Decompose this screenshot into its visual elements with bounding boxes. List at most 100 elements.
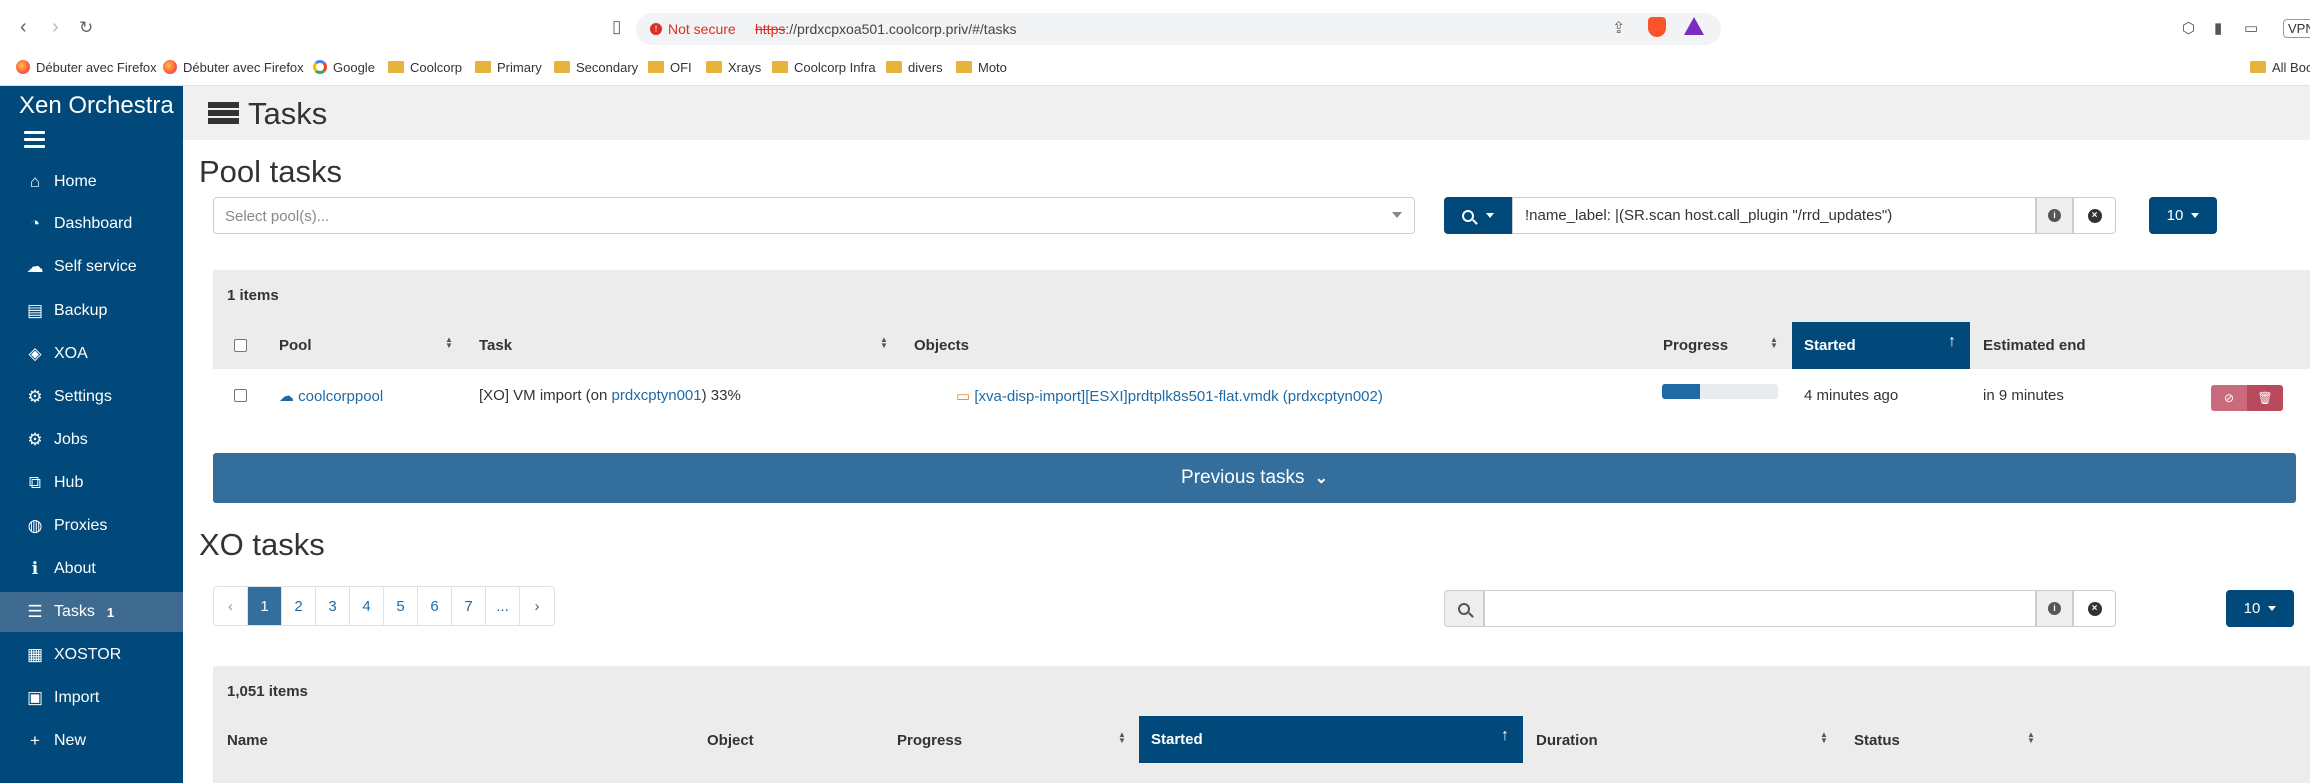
xo-tasks-search-input[interactable] — [1484, 590, 2036, 627]
sidebar-item-hub[interactable]: ⧉ Hub — [0, 463, 183, 503]
folder-icon — [388, 61, 404, 73]
extensions-icon[interactable]: ⬡ — [2182, 19, 2195, 37]
bookmark-item[interactable]: Débuter avec Firefox — [16, 57, 157, 77]
archive-icon: ▤ — [26, 301, 44, 320]
brave-shield-icon[interactable] — [1648, 17, 1666, 37]
bookmark-item[interactable]: Coolcorp — [388, 57, 462, 77]
reload-icon[interactable]: ↻ — [79, 18, 93, 38]
sidebar-item-proxies[interactable]: ◍ Proxies — [0, 506, 183, 546]
sidebar-item-about[interactable]: ℹ About — [0, 549, 183, 589]
tasks-count-badge: 1 — [106, 604, 115, 620]
sort-icon[interactable] — [2027, 732, 2035, 744]
delete-task-button[interactable]: 🗑 — [2247, 385, 2283, 411]
column-started[interactable]: Started ↑ — [1792, 322, 1970, 369]
forward-icon[interactable]: › — [52, 16, 59, 39]
column-estimated-end: Estimated end — [1983, 337, 2086, 354]
column-started[interactable]: Started ↑ — [1139, 716, 1523, 763]
folder-icon — [886, 61, 902, 73]
globe-icon: ◍ — [27, 516, 43, 535]
bookmark-item[interactable]: Coolcorp Infra — [772, 57, 876, 77]
sort-ascending-icon: ↑ — [1501, 727, 1509, 744]
sidebar-item-home[interactable]: ⌂ Home — [0, 162, 183, 202]
menu-toggle-icon[interactable] — [24, 131, 45, 152]
bookmark-item[interactable]: Moto — [956, 57, 1007, 77]
pagination-page[interactable]: 5 — [384, 587, 418, 625]
column-progress[interactable]: Progress — [897, 732, 962, 749]
bookmark-item[interactable]: Secondary — [554, 57, 638, 77]
vpn-button[interactable]: VPN — [2283, 19, 2310, 38]
bookmark-page-icon[interactable]: ▯ — [612, 17, 621, 37]
wallet-icon[interactable]: ▭ — [2244, 19, 2258, 37]
search-info-button[interactable]: i — [2036, 590, 2073, 627]
pagination-prev[interactable]: ‹ — [214, 587, 248, 625]
sidebar-item-dashboard[interactable]: ◔ Dashboard — [0, 204, 183, 244]
sidebar-item-settings[interactable]: ⚙ Settings — [0, 377, 183, 417]
pagination-page[interactable]: 1 — [248, 587, 282, 625]
sidebar-item-self-service[interactable]: ☁ Self service — [0, 247, 183, 287]
pagination-page[interactable]: 3 — [316, 587, 350, 625]
filter-dropdown-button[interactable] — [1444, 197, 1512, 234]
bookmark-item[interactable]: Débuter avec Firefox — [163, 57, 304, 77]
xo-page-size-button[interactable]: 10 — [2226, 590, 2294, 627]
not-secure-badge[interactable]: ! Not secure — [650, 21, 736, 37]
share-icon[interactable]: ⇪ — [1612, 18, 1625, 38]
sidebar-item-jobs[interactable]: ⚙ Jobs — [0, 420, 183, 460]
pool-tasks-filter-input[interactable]: !name_label: |(SR.scan host.call_plugin … — [1512, 197, 2036, 234]
sort-icon[interactable] — [1118, 732, 1126, 744]
pool-select[interactable]: Select pool(s)... — [213, 197, 1415, 234]
folder-icon — [554, 61, 570, 73]
pagination-page[interactable]: 6 — [418, 587, 452, 625]
filter-clear-button[interactable]: × — [2073, 197, 2116, 234]
search-icon — [1458, 602, 1470, 615]
bookmark-item[interactable]: Xrays — [706, 57, 761, 77]
sidebar-item-import[interactable]: ▣ Import — [0, 678, 183, 718]
pool-page-size-button[interactable]: 10 — [2149, 197, 2217, 234]
filter-info-button[interactable]: i — [2036, 197, 2073, 234]
pool-link[interactable]: ☁ coolcorppool — [279, 387, 383, 405]
sidebar-item-xoa[interactable]: ◈ XOA — [0, 334, 183, 374]
pagination-page[interactable]: 7 — [452, 587, 486, 625]
pagination-next[interactable]: › — [520, 587, 554, 625]
column-status[interactable]: Status — [1854, 732, 1900, 749]
sidebar-item-backup[interactable]: ▤ Backup — [0, 291, 183, 331]
bookmark-item[interactable]: Primary — [475, 57, 542, 77]
bookmark-item[interactable]: divers — [886, 57, 943, 77]
select-all-checkbox[interactable] — [234, 339, 247, 352]
brave-rewards-icon[interactable] — [1684, 17, 1704, 35]
started-value: 4 minutes ago — [1804, 387, 1899, 404]
pagination-page[interactable]: 4 — [350, 587, 384, 625]
column-pool[interactable]: Pool — [279, 337, 312, 354]
task-label: [XO] VM import (on prdxcptyn001) 33% — [479, 387, 741, 404]
url-text[interactable]: https://prdxcpxoa501.coolcorp.priv/#/tas… — [755, 21, 1016, 37]
pool-tasks-heading: Pool tasks — [199, 154, 343, 189]
sidebar-item-xostor[interactable]: ▦ XOSTOR — [0, 635, 183, 675]
pagination-page[interactable]: 2 — [282, 587, 316, 625]
sidebar-toggle-icon[interactable]: ▮ — [2214, 19, 2222, 37]
previous-tasks-button[interactable]: Previous tasks ⌄ — [213, 453, 2296, 503]
bookmark-item[interactable]: Google — [313, 57, 375, 77]
sidebar-item-new[interactable]: + New — [0, 721, 183, 761]
object-link[interactable]: ▭ [xva-disp-import][ESXI]prdtplk8s501-fl… — [956, 387, 1383, 405]
column-duration[interactable]: Duration — [1536, 732, 1598, 749]
sort-icon[interactable] — [880, 337, 888, 349]
xo-items-count: 1,051 items — [227, 683, 308, 700]
host-link[interactable]: prdxcptyn001 — [612, 387, 702, 404]
sort-icon[interactable] — [1820, 732, 1828, 744]
column-name: Name — [227, 732, 268, 749]
pagination-ellipsis[interactable]: ... — [486, 587, 520, 625]
back-icon[interactable]: ‹ — [20, 16, 27, 39]
sort-icon[interactable] — [1770, 337, 1778, 349]
folder-icon — [475, 61, 491, 73]
search-clear-button[interactable]: × — [2073, 590, 2116, 627]
column-task[interactable]: Task — [479, 337, 512, 354]
column-progress[interactable]: Progress — [1663, 337, 1728, 354]
all-bookmarks[interactable]: All Boo — [2250, 57, 2310, 77]
page-title: Tasks — [248, 96, 328, 131]
row-checkbox[interactable] — [234, 389, 247, 402]
bookmark-item[interactable]: OFI — [648, 57, 692, 77]
sort-icon[interactable] — [445, 337, 453, 349]
sidebar-item-tasks[interactable]: ☰ Tasks 1 — [0, 592, 183, 632]
tasks-icon: ☰ — [27, 602, 43, 621]
cancel-task-button[interactable]: ⊘ — [2211, 385, 2247, 411]
brand-title[interactable]: Xen Orchestra — [19, 92, 174, 120]
